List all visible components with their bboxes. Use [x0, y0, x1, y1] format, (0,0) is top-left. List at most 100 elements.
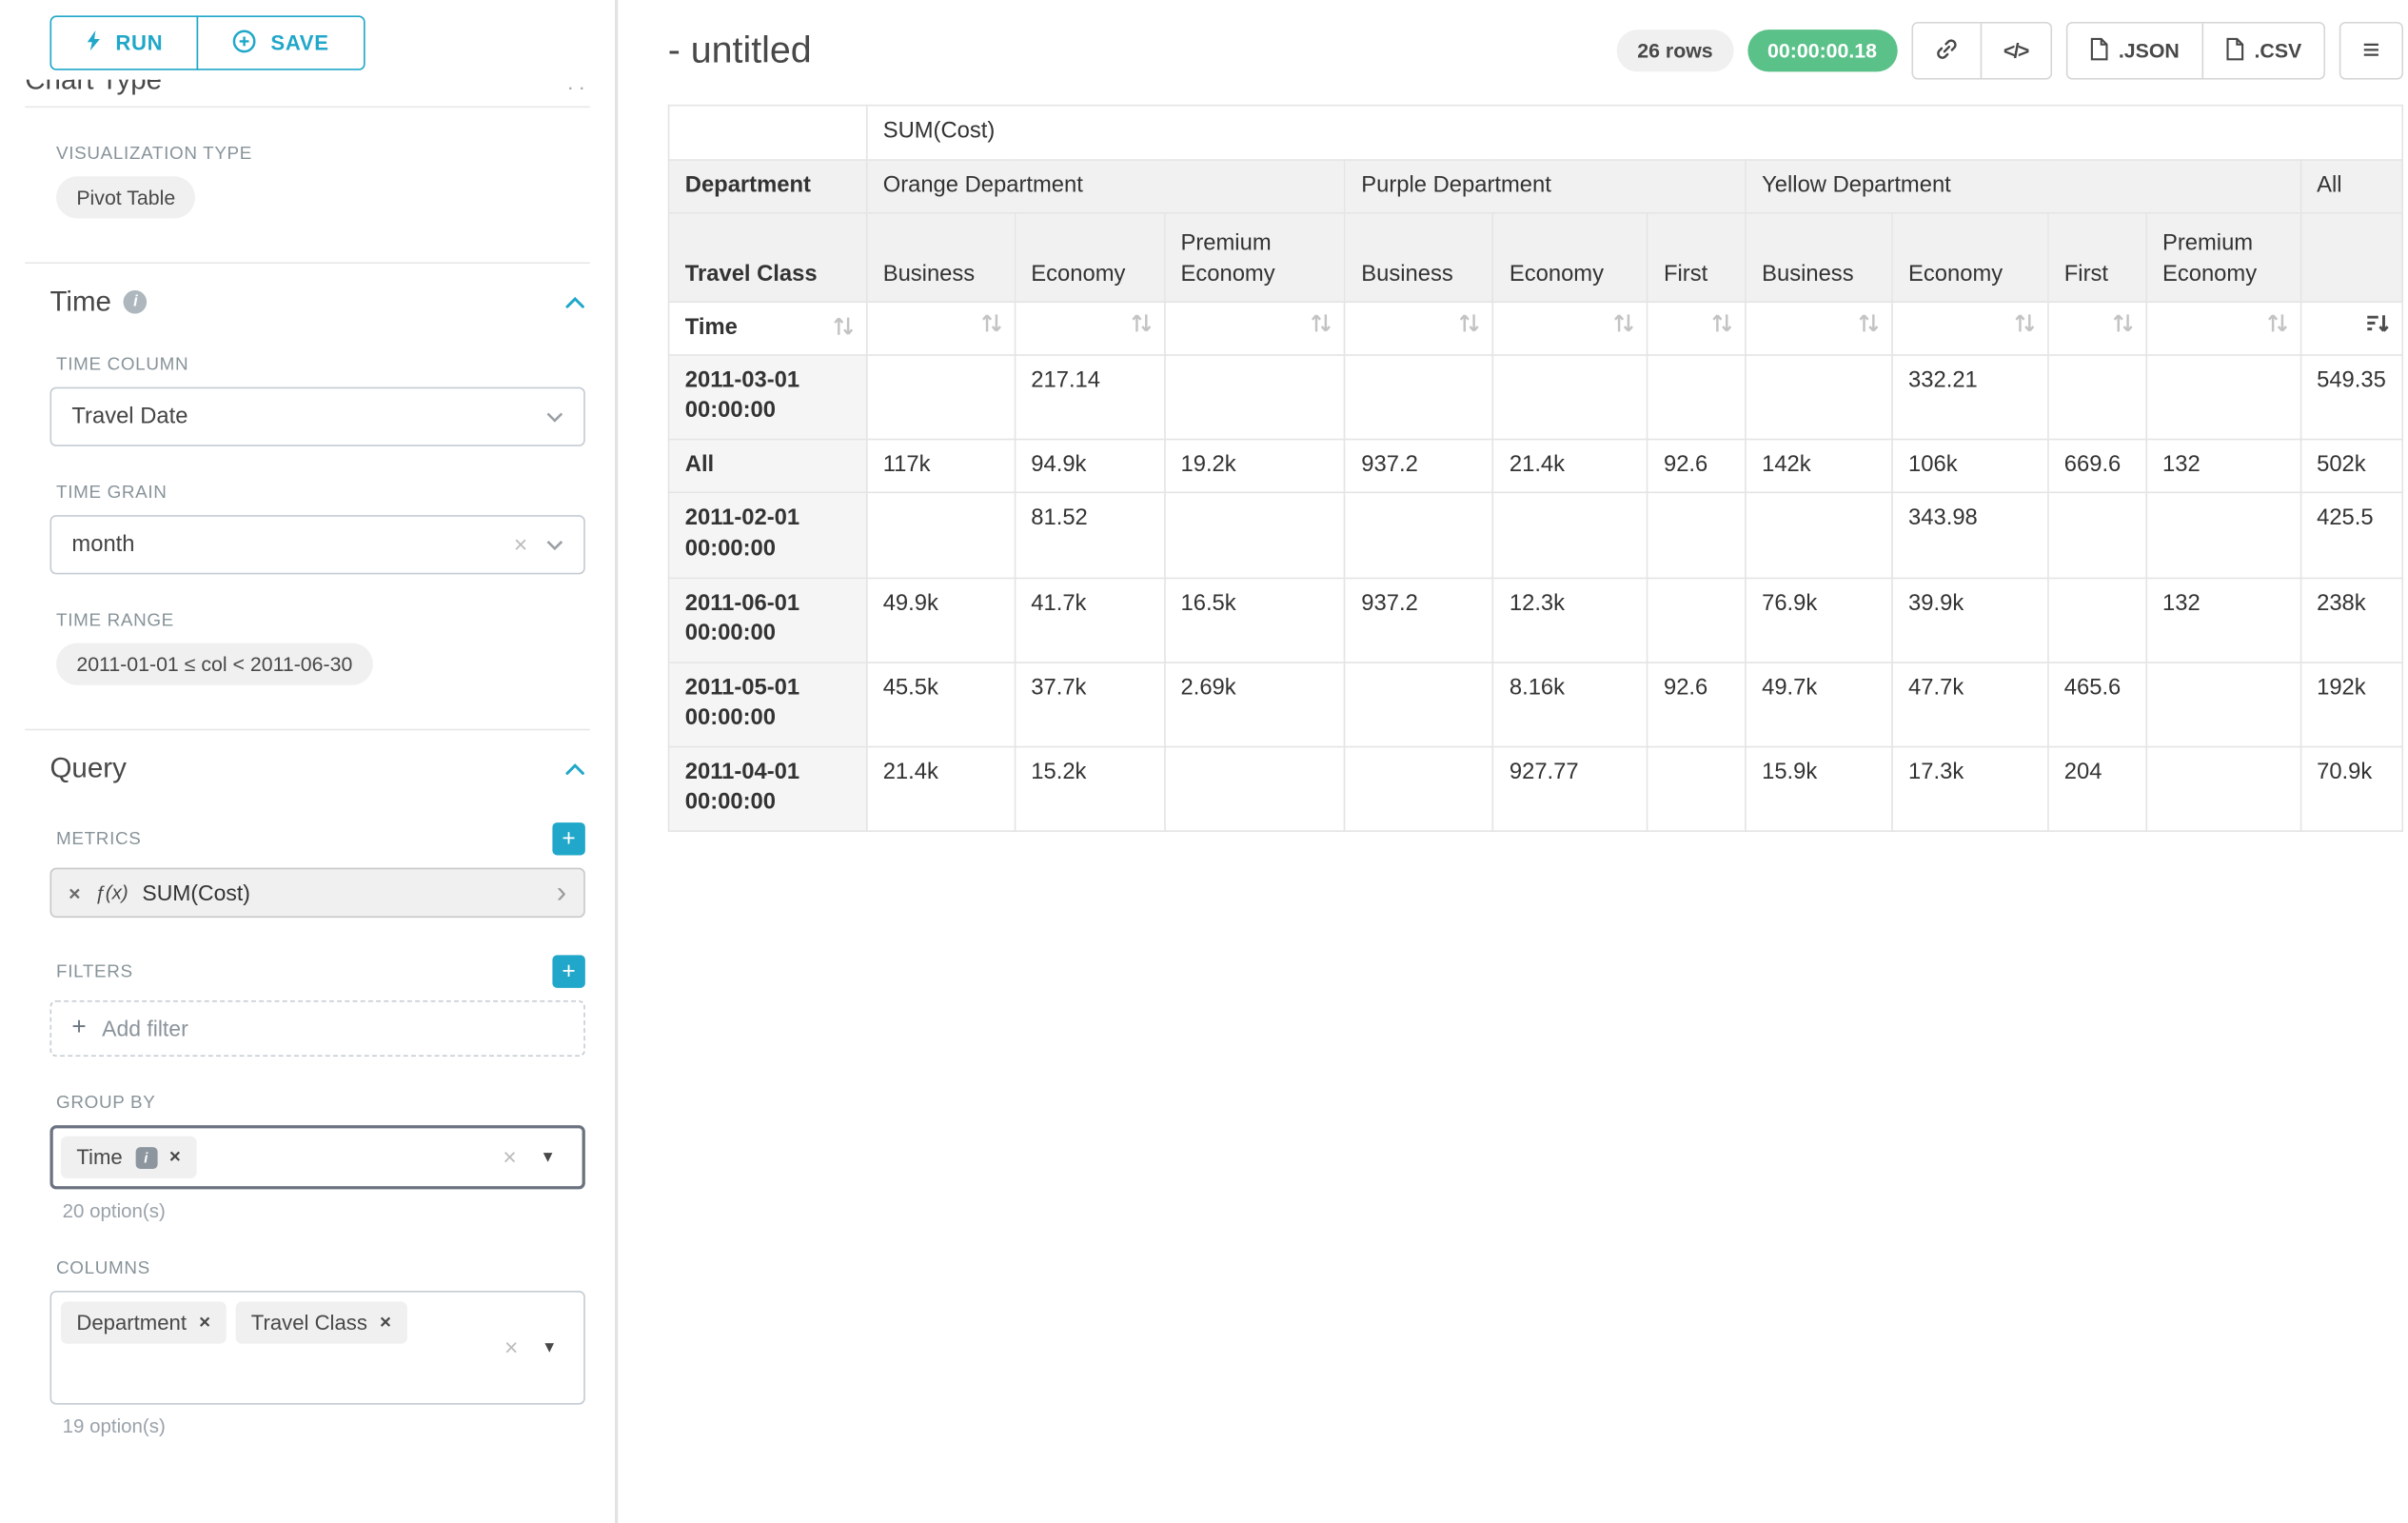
sort-icon[interactable]	[833, 315, 853, 337]
value-cell: 47.7k	[1892, 662, 2048, 746]
file-icon	[2089, 37, 2108, 66]
add-filter-plus-button[interactable]: +	[552, 955, 584, 987]
visualization-type-value[interactable]: Pivot Table	[56, 176, 196, 218]
chevron-up-icon[interactable]	[565, 288, 585, 317]
value-cell: 937.2	[1345, 439, 1493, 493]
value-cell: 927.77	[1493, 746, 1648, 831]
value-cell: 92.6	[1648, 439, 1746, 493]
save-button-label: SAVE	[270, 31, 328, 55]
clear-icon[interactable]: ×	[504, 1335, 518, 1359]
sort-icon[interactable]	[1131, 312, 1151, 334]
row-axis-header[interactable]: Time	[669, 302, 867, 354]
clear-icon[interactable]: ×	[514, 533, 527, 557]
value-cell	[1345, 354, 1493, 439]
sort-header[interactable]	[1746, 302, 1892, 354]
row-label: 2011-02-01 00:00:00	[669, 493, 867, 578]
corner-cell	[669, 106, 867, 160]
sort-header[interactable]	[1345, 302, 1493, 354]
value-cell	[1648, 746, 1746, 831]
menu-button[interactable]: ≡	[2340, 24, 2401, 78]
divider	[25, 106, 590, 108]
columns-dimension-label: Department	[669, 159, 867, 213]
save-button[interactable]: SAVE	[197, 15, 365, 69]
query-section-header[interactable]: Query	[49, 752, 584, 784]
group-header: Yellow Department	[1746, 159, 2300, 213]
sort-header[interactable]	[1892, 302, 2048, 354]
remove-tag-icon[interactable]: ×	[380, 1313, 391, 1332]
remove-tag-icon[interactable]: ×	[169, 1148, 181, 1167]
value-cell	[1164, 746, 1345, 831]
value-cell	[2146, 354, 2300, 439]
value-cell	[866, 354, 1015, 439]
column-header: Premium Economy	[2146, 213, 2300, 302]
sort-icon[interactable]	[2113, 312, 2133, 334]
value-cell	[1164, 354, 1345, 439]
value-cell	[1493, 493, 1648, 578]
copy-link-button[interactable]	[1913, 24, 1981, 78]
sort-header[interactable]	[1493, 302, 1648, 354]
group-header: All	[2300, 159, 2402, 213]
sort-header[interactable]	[866, 302, 1015, 354]
remove-metric-icon[interactable]: ×	[69, 881, 80, 905]
value-cell: 117k	[866, 439, 1015, 493]
function-icon: ƒ(x)	[94, 881, 128, 903]
run-button[interactable]: RUN	[49, 15, 199, 69]
sort-icon[interactable]	[2267, 312, 2287, 334]
sort-icon[interactable]	[1614, 312, 1634, 334]
columns-tag[interactable]: Travel Class ×	[235, 1301, 406, 1343]
sort-header[interactable]	[1015, 302, 1164, 354]
column-header: Premium Economy	[1164, 213, 1345, 302]
time-column-select[interactable]: Travel Date	[49, 387, 584, 446]
sort-header[interactable]	[2048, 302, 2146, 354]
group-by-select[interactable]: Time i × × ▼	[49, 1125, 584, 1189]
chart-title[interactable]: - untitled	[668, 29, 812, 72]
remove-tag-icon[interactable]: ×	[199, 1313, 210, 1332]
sort-header[interactable]	[2146, 302, 2300, 354]
add-filter-button[interactable]: + Add filter	[49, 1000, 584, 1057]
metric-item[interactable]: × ƒ(x) SUM(Cost) ›	[49, 868, 584, 918]
time-section-header[interactable]: Time i	[49, 286, 584, 318]
value-cell	[1345, 493, 1493, 578]
time-grain-select[interactable]: month ×	[49, 515, 584, 574]
value-cell: 8.16k	[1493, 662, 1648, 746]
sort-icon[interactable]	[2014, 312, 2034, 334]
embed-code-button[interactable]: </>	[1980, 24, 2049, 78]
sort-header[interactable]	[1648, 302, 1746, 354]
sort-header[interactable]	[2300, 302, 2402, 354]
control-panel: RUN SAVE Chart Type ·· VISUALIZATION TYP…	[0, 0, 618, 1523]
sort-icon[interactable]	[1712, 312, 1732, 334]
clear-icon[interactable]: ×	[503, 1145, 516, 1169]
columns-label: COLUMNS	[56, 1259, 585, 1278]
csv-button-label: .CSV	[2255, 39, 2302, 63]
caret-down-icon: ▼	[542, 1339, 557, 1356]
value-cell: 92.6	[1648, 662, 1746, 746]
time-range-label: TIME RANGE	[56, 612, 585, 631]
query-timer-badge: 00:00:00.18	[1747, 30, 1898, 71]
value-cell: 16.5k	[1164, 578, 1345, 663]
value-cell: 465.6	[2048, 662, 2146, 746]
sort-icon[interactable]	[1459, 312, 1479, 334]
time-section-title: Time	[49, 286, 111, 318]
chevron-up-icon[interactable]	[565, 755, 585, 783]
columns-select[interactable]: Department × Travel Class × × ▼	[49, 1291, 584, 1405]
sort-icon[interactable]	[1312, 312, 1332, 334]
rows-dimension-label: Travel Class	[669, 213, 867, 302]
columns-tag[interactable]: Department ×	[61, 1301, 227, 1343]
value-cell: 81.52	[1015, 493, 1164, 578]
value-cell: 142k	[1746, 439, 1892, 493]
group-by-tag[interactable]: Time i ×	[61, 1137, 196, 1178]
download-json-button[interactable]: .JSON	[2067, 24, 2201, 78]
time-range-value[interactable]: 2011-01-01 ≤ col < 2011-06-30	[56, 643, 373, 685]
value-cell: 21.4k	[866, 746, 1015, 831]
download-csv-button[interactable]: .CSV	[2201, 24, 2323, 78]
value-cell: 2.69k	[1164, 662, 1345, 746]
column-header: Economy	[1892, 213, 2048, 302]
value-cell: 37.7k	[1015, 662, 1164, 746]
value-cell	[2048, 354, 2146, 439]
sort-header[interactable]	[1164, 302, 1345, 354]
value-cell: 549.35	[2300, 354, 2402, 439]
sort-icon[interactable]	[981, 312, 1001, 334]
add-metric-button[interactable]: +	[552, 822, 584, 855]
sort-icon[interactable]	[1859, 312, 1879, 334]
sort-desc-icon[interactable]	[2366, 312, 2390, 334]
